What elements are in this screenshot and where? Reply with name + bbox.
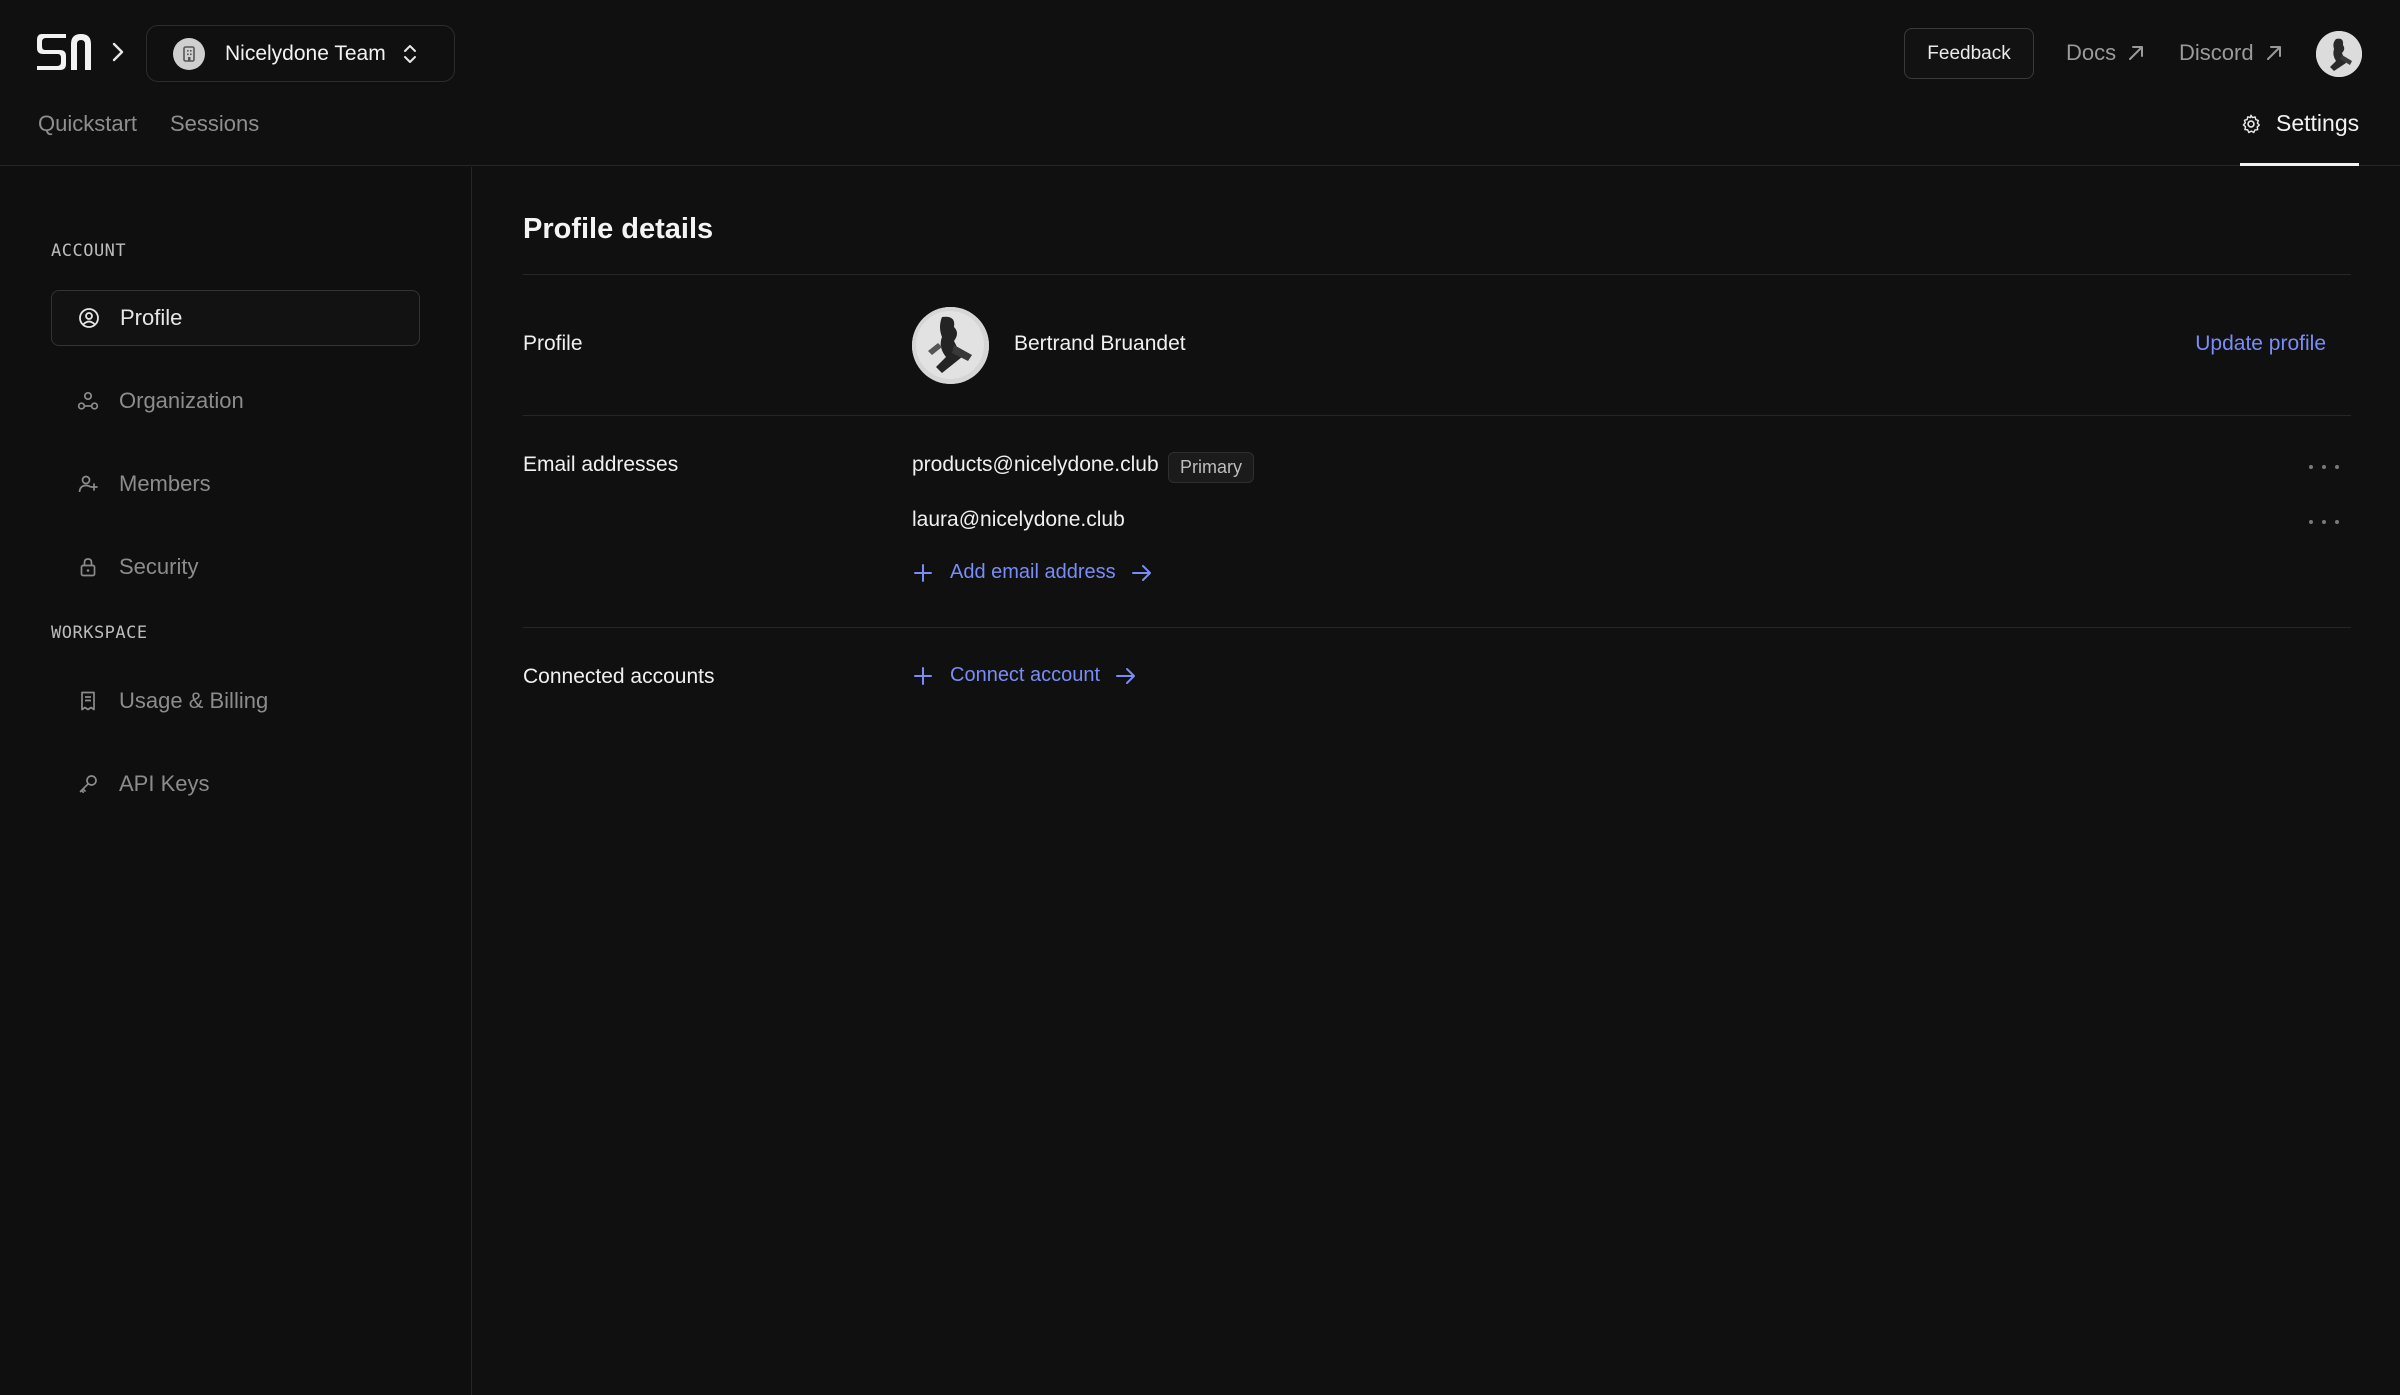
sidebar-item-label: API Keys xyxy=(119,771,210,796)
page-title: Profile details xyxy=(523,213,714,245)
divider xyxy=(523,627,2351,628)
profile-name: Bertrand Bruandet xyxy=(1014,332,1186,355)
email-address: laura@nicelydone.club xyxy=(912,508,1125,531)
profile-avatar xyxy=(912,307,989,384)
sidebar-item-label: Usage & Billing xyxy=(119,688,269,713)
tab-quickstart[interactable]: Quickstart xyxy=(38,111,137,137)
sidebar-item-api-keys[interactable]: API Keys xyxy=(51,756,420,812)
email-row-label: Email addresses xyxy=(523,453,679,476)
profile-row-label: Profile xyxy=(523,332,583,355)
breadcrumb-chevron-icon xyxy=(108,40,128,64)
lock-icon xyxy=(77,556,99,578)
divider xyxy=(523,274,2351,275)
add-email-link[interactable]: Add email address xyxy=(912,561,1154,584)
tab-settings[interactable]: Settings xyxy=(2240,104,2360,166)
sidebar-item-organization[interactable]: Organization xyxy=(51,373,420,429)
sidebar-item-label: Profile xyxy=(120,305,183,330)
receipt-icon xyxy=(77,690,99,712)
user-plus-icon xyxy=(77,473,99,495)
add-email-label: Add email address xyxy=(950,561,1116,583)
arrow-right-icon xyxy=(1131,564,1151,581)
update-profile-link[interactable]: Update profile xyxy=(2195,332,2326,356)
divider xyxy=(523,415,2351,416)
tab-settings-label: Settings xyxy=(2276,110,2360,136)
app-logo[interactable] xyxy=(36,32,92,72)
discord-link-label: Discord xyxy=(2179,40,2254,65)
discord-link[interactable]: Discord xyxy=(2179,38,2284,68)
sidebar-item-members[interactable]: Members xyxy=(51,456,420,512)
sidebar-item-label: Members xyxy=(119,471,211,496)
plus-icon xyxy=(914,666,932,685)
email-more-options-icon[interactable] xyxy=(2309,517,2339,527)
tab-sessions[interactable]: Sessions xyxy=(170,111,259,137)
sidebar-item-usage-billing[interactable]: Usage & Billing xyxy=(51,673,420,729)
docs-link-label: Docs xyxy=(2066,40,2117,65)
sidebar-item-profile[interactable]: Profile xyxy=(51,290,420,346)
section-label-workspace: WORKSPACE xyxy=(51,623,148,643)
top-bar: Nicelydone Team Feedback Docs Discord Qu… xyxy=(0,0,2400,166)
connect-account-link[interactable]: Connect account xyxy=(912,664,1138,687)
connected-accounts-label: Connected accounts xyxy=(523,665,715,688)
email-more-options-icon[interactable] xyxy=(2309,462,2339,472)
gear-icon xyxy=(2242,114,2260,134)
section-label-account: ACCOUNT xyxy=(51,241,127,261)
arrow-right-icon xyxy=(1116,667,1136,684)
team-switcher[interactable]: Nicelydone Team xyxy=(146,25,455,82)
docs-link[interactable]: Docs xyxy=(2066,38,2146,68)
user-circle-icon xyxy=(78,307,100,329)
team-name: Nicelydone Team xyxy=(225,41,386,65)
email-address: products@nicelydone.club xyxy=(912,453,1159,476)
sidebar-item-label: Organization xyxy=(119,388,244,413)
sidebar-item-label: Security xyxy=(119,554,199,579)
primary-badge: Primary xyxy=(1168,452,1254,483)
chevron-up-down-icon xyxy=(402,43,418,65)
feedback-button[interactable]: Feedback xyxy=(1904,28,2034,79)
connect-account-label: Connect account xyxy=(950,664,1101,686)
user-avatar[interactable] xyxy=(2316,31,2362,77)
plus-icon xyxy=(914,563,932,582)
external-arrow-icon xyxy=(2266,46,2281,60)
sidebar-item-security[interactable]: Security xyxy=(51,539,420,595)
key-icon xyxy=(77,773,99,795)
organization-icon xyxy=(77,390,99,412)
sidebar: ACCOUNT Profile Organization Members Sec… xyxy=(0,167,472,1395)
team-building-icon xyxy=(173,37,205,70)
external-arrow-icon xyxy=(2129,46,2144,60)
